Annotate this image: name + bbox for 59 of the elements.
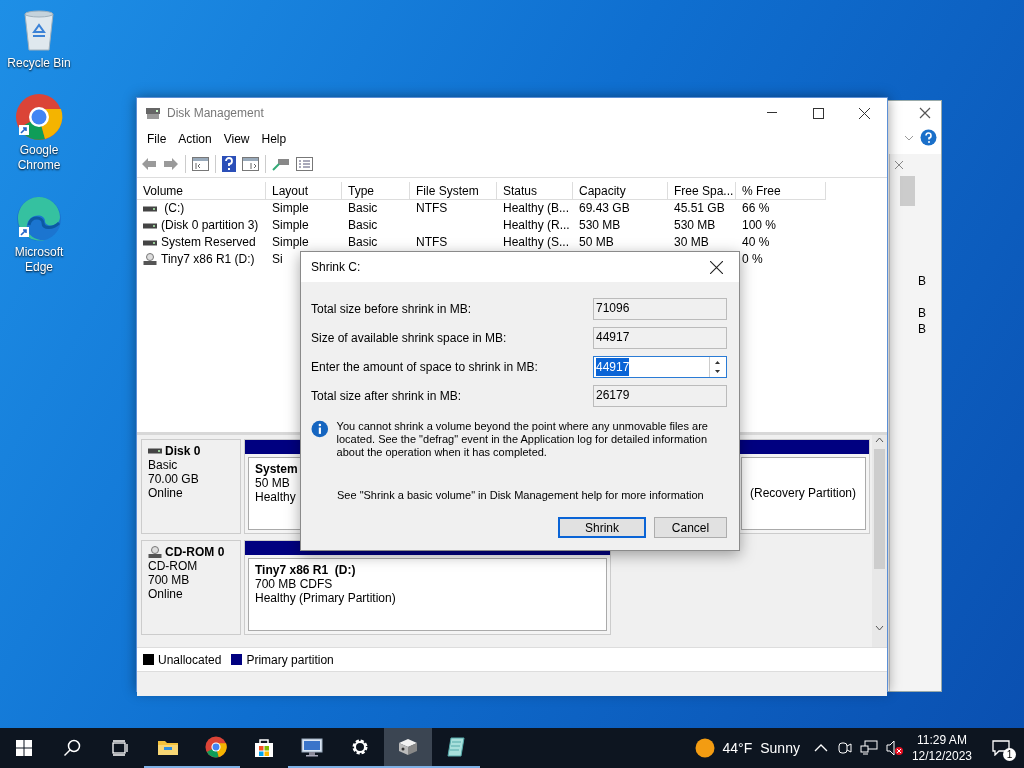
info-text: You cannot shrink a volume beyond the point where any unmovable files are located. See the "defrag" event in the Application log for detailed information about the operation when it has completed. [336, 420, 709, 459]
temperature: 44°F [722, 740, 753, 756]
table-cell: 530 MB [579, 217, 621, 234]
readonly-field: 26179 [593, 384, 727, 407]
partition-detail: Healthy (Primary Partition) [255, 591, 396, 605]
legend-label: Unallocated [158, 652, 222, 667]
table-cell: Basic [348, 200, 378, 217]
readonly-field: 71096 [593, 297, 727, 320]
table-cell: Tiny7 x86 R1 (D:) [161, 251, 255, 268]
field-label: Enter the amount of space to shrink in MB: [311, 359, 538, 374]
table-cell: (Disk 0 partition 3) [161, 217, 259, 234]
partition-detail: Healthy [255, 490, 296, 504]
partition-detail: 50 MB [255, 476, 290, 490]
table-cell: Healthy (R... [503, 217, 570, 234]
partition-detail: (Recovery Partition) [750, 486, 857, 500]
table-cell: 0 % [742, 251, 763, 268]
table-cell: Si [272, 251, 283, 268]
table-cell: NTFS [416, 200, 448, 217]
disk-detail: Online [148, 486, 184, 500]
partition-title: System [255, 462, 298, 476]
disk-detail: 700 MB [148, 573, 191, 587]
disk-name: Disk 0 [165, 444, 201, 458]
field-label: Total size before shrink in MB: [311, 301, 472, 316]
disk-detail: CD-ROM [148, 559, 199, 573]
table-cell: 66 % [742, 200, 770, 217]
table-cell-text: (C:) [163, 200, 185, 217]
legend-label: Primary partition [246, 652, 334, 667]
table-cell: 530 MB [674, 217, 716, 234]
table-cell: System Reserved [161, 234, 256, 251]
table-cell: 69.43 GB [579, 200, 630, 217]
field-label: Total size after shrink in MB: [311, 388, 462, 403]
readonly-field: 44917 [593, 326, 727, 349]
table-cell: 50 MB [579, 234, 614, 251]
partition-detail: 700 MB CDFS [255, 577, 333, 591]
table-cell: Healthy (S... [503, 234, 570, 251]
disk-name: CD-ROM 0 [165, 545, 225, 559]
disk-detail: Online [148, 587, 184, 601]
table-cell: 30 MB [674, 234, 709, 251]
table-cell: Basic [348, 217, 378, 234]
table-cell: 100 % [742, 217, 777, 234]
table-cell: Simple [272, 217, 309, 234]
table-cell: Simple [272, 200, 309, 217]
table-cell: Basic [348, 234, 378, 251]
table-cell: 45.51 GB [674, 200, 725, 217]
disk-detail: 70.00 GB [148, 472, 200, 486]
table-cell: NTFS [416, 234, 448, 251]
table-cell: Healthy (B... [503, 200, 570, 217]
partition-title: Tiny7 x86 R1 (D:) [255, 563, 356, 577]
table-cell: B [918, 274, 926, 288]
table-cell: B [918, 306, 926, 320]
field-label: Size of available shrink space in MB: [311, 330, 507, 345]
disk-detail: Basic [148, 458, 179, 472]
table-cell: B [918, 322, 926, 336]
weather-condition: Sunny [760, 740, 800, 756]
table-cell: Simple [272, 234, 309, 251]
dialog-title: Shrink C: [311, 260, 361, 274]
table-cell: 40 % [742, 234, 770, 251]
window-title: Disk Management [167, 106, 264, 120]
help-text: See "Shrink a basic volume" in Disk Management help for more information [337, 489, 704, 501]
